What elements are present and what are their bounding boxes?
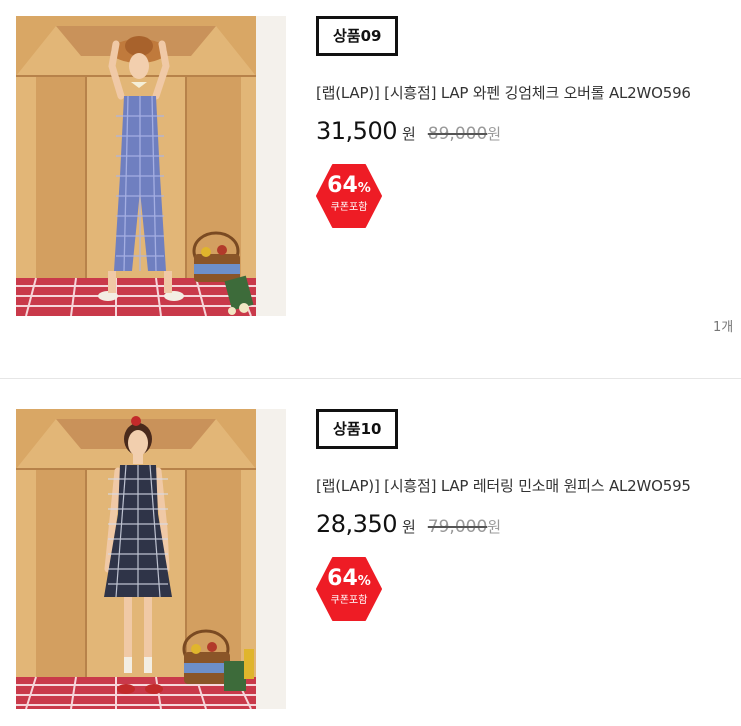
discount-percent: 64% bbox=[316, 568, 382, 593]
rank-badge: 상품10 bbox=[316, 409, 399, 449]
percent-symbol: % bbox=[357, 574, 371, 589]
divider bbox=[0, 378, 741, 379]
product-list: 상품09 [랩(LAP)] [시흥점] LAP 와펜 깅엄체크 오버롤 AL2W… bbox=[0, 0, 741, 726]
discount-badge: 64% 쿠폰포함 bbox=[316, 556, 382, 622]
discount-percent: 64% bbox=[316, 175, 382, 200]
original-price-currency: 원 bbox=[487, 518, 502, 536]
coupon-included-label: 쿠폰포함 bbox=[330, 202, 368, 213]
price-row: 31,500 원 89,000 원 bbox=[316, 117, 741, 145]
sale-price: 28,350 bbox=[316, 510, 397, 538]
quantity-label: 1개 bbox=[713, 320, 734, 335]
discount-badge: 64% 쿠폰포함 bbox=[316, 163, 382, 229]
percent-symbol: % bbox=[357, 181, 371, 196]
product-info: 상품09 [랩(LAP)] [시흥점] LAP 와펜 깅엄체크 오버롤 AL2W… bbox=[316, 16, 741, 229]
product-info: 상품10 [랩(LAP)] [시흥점] LAP 레터링 민소매 원피스 AL2W… bbox=[316, 409, 741, 622]
original-price: 79,000 bbox=[427, 517, 488, 537]
coupon-included-label: 쿠폰포함 bbox=[330, 595, 368, 606]
original-price: 89,000 bbox=[427, 124, 488, 144]
product-card[interactable]: 상품10 [랩(LAP)] [시흥점] LAP 레터링 민소매 원피스 AL2W… bbox=[0, 409, 741, 726]
product-image[interactable] bbox=[16, 16, 286, 316]
product-title[interactable]: [랩(LAP)] [시흥점] LAP 레터링 민소매 원피스 AL2WO595 bbox=[316, 475, 741, 496]
rank-badge: 상품09 bbox=[316, 16, 399, 56]
price-row: 28,350 원 79,000 원 bbox=[316, 510, 741, 538]
sale-price-currency: 원 bbox=[401, 518, 416, 536]
product-image[interactable] bbox=[16, 409, 286, 709]
sale-price: 31,500 bbox=[316, 117, 397, 145]
product-title[interactable]: [랩(LAP)] [시흥점] LAP 와펜 깅엄체크 오버롤 AL2WO596 bbox=[316, 82, 741, 103]
original-price-currency: 원 bbox=[487, 125, 502, 143]
discount-value: 64 bbox=[327, 173, 358, 198]
sale-price-currency: 원 bbox=[401, 125, 416, 143]
product-card[interactable]: 상품09 [랩(LAP)] [시흥점] LAP 와펜 깅엄체크 오버롤 AL2W… bbox=[0, 16, 741, 378]
discount-value: 64 bbox=[327, 566, 358, 591]
